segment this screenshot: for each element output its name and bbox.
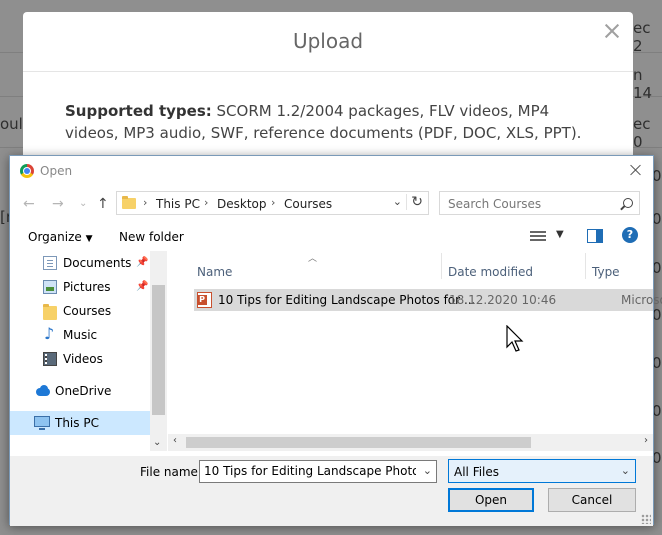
bg-text: oul <box>0 115 23 133</box>
file-name-input[interactable] <box>204 464 416 478</box>
pin-icon[interactable]: 📌 <box>136 281 148 292</box>
file-row[interactable]: 10 Tips for Editing Landscape Photos for… <box>194 289 662 311</box>
file-name-label: File name: <box>140 465 202 479</box>
pictures-icon <box>43 280 57 294</box>
chevron-right-icon[interactable]: › <box>271 196 275 209</box>
close-icon[interactable] <box>603 22 621 40</box>
breadcrumb-desktop[interactable]: Desktop <box>217 197 267 211</box>
file-type-filter-value: All Files <box>454 465 500 479</box>
modal-title: Upload <box>292 29 364 53</box>
recent-locations-icon[interactable]: ⌄ <box>79 198 87 209</box>
pin-icon[interactable]: 📌 <box>136 257 148 268</box>
powerpoint-file-icon <box>197 292 212 308</box>
nav-item-documents[interactable]: Documents 📌 <box>10 251 150 275</box>
music-icon <box>43 324 57 343</box>
this-pc-icon <box>34 416 50 430</box>
column-header-date-modified[interactable]: Date modified <box>448 265 533 287</box>
horizontal-scrollbar[interactable]: ‹ › <box>168 434 653 451</box>
nav-item-music[interactable]: Music <box>10 323 150 347</box>
column-header-name[interactable]: Name <box>197 265 232 287</box>
nav-item-pictures[interactable]: Pictures 📌 <box>10 275 150 299</box>
documents-icon <box>43 256 57 270</box>
organize-menu[interactable]: Organize ▼ <box>28 230 93 244</box>
column-header-type[interactable]: Type <box>592 265 620 287</box>
caret-down-icon: ▼ <box>85 234 93 244</box>
nav-item-label: This PC <box>55 416 99 430</box>
forward-arrow-icon[interactable]: → <box>52 196 64 212</box>
file-type: Microsoft P <box>621 293 662 307</box>
nav-item-label: Courses <box>63 304 112 318</box>
folder-icon <box>43 304 57 320</box>
preview-pane-icon[interactable] <box>587 229 603 243</box>
sort-ascending-icon: ︿ <box>308 254 318 264</box>
chevron-down-icon[interactable]: ⌄ <box>621 464 630 477</box>
chevron-down-icon[interactable]: ⌄ <box>153 437 161 448</box>
resize-grip-icon[interactable] <box>641 514 651 524</box>
scrollbar-thumb[interactable] <box>152 285 165 415</box>
open-file-dialog: Open ← → ⌄ ↑ › This PC › Desktop › Cours… <box>9 155 662 526</box>
file-name: 10 Tips for Editing Landscape Photos for… <box>218 293 476 307</box>
view-options-icon[interactable] <box>530 229 546 243</box>
nav-item-label: Documents <box>63 256 132 270</box>
videos-icon <box>43 352 57 366</box>
nav-item-videos[interactable]: Videos <box>10 347 150 371</box>
nav-item-courses[interactable]: Courses <box>10 299 150 323</box>
nav-item-this-pc[interactable]: This PC <box>10 411 150 435</box>
chevron-down-icon[interactable]: ⌄ <box>393 195 402 208</box>
open-button[interactable]: Open <box>448 488 534 512</box>
close-icon[interactable] <box>629 163 643 177</box>
new-folder-button[interactable]: New folder <box>119 230 184 244</box>
breadcrumb-this-pc[interactable]: This PC <box>156 197 200 211</box>
search-placeholder: Search Courses <box>448 197 542 211</box>
nav-item-label: Pictures <box>63 280 111 294</box>
file-type-filter[interactable]: All Files ⌄ <box>448 459 636 483</box>
nav-item-label: Music <box>63 328 98 342</box>
scrollbar-thumb[interactable] <box>186 437 531 448</box>
nav-pane-scrollbar[interactable]: ⌄ <box>150 251 167 451</box>
help-icon[interactable]: ? <box>622 227 638 243</box>
navigation-row: ← → ⌄ ↑ › This PC › Desktop › Courses ⌄ … <box>10 189 653 219</box>
modal-header: Upload <box>23 12 633 72</box>
nav-item-label: OneDrive <box>55 384 112 398</box>
search-box[interactable]: Search Courses <box>439 191 640 215</box>
mouse-cursor-icon <box>506 325 524 352</box>
breadcrumb-courses[interactable]: Courses <box>284 197 332 211</box>
caret-down-icon[interactable]: ▼ <box>556 229 564 240</box>
up-arrow-icon[interactable]: ↑ <box>97 196 109 212</box>
back-arrow-icon[interactable]: ← <box>23 196 35 212</box>
onedrive-icon <box>34 384 52 398</box>
navigation-pane: Documents 📌 Pictures 📌 Courses Music Vid… <box>10 251 168 451</box>
nav-item-label: Videos <box>63 352 103 366</box>
organize-label: Organize <box>28 230 82 244</box>
file-name-combobox[interactable]: ⌄ <box>199 460 437 483</box>
supported-types-text: Supported types: SCORM 1.2/2004 packages… <box>65 100 595 144</box>
bg-text: ec 0 <box>633 115 651 151</box>
refresh-icon[interactable]: ↻ <box>406 194 423 210</box>
column-divider[interactable] <box>585 253 586 279</box>
chevron-right-icon[interactable]: › <box>143 196 147 209</box>
chevron-right-icon[interactable]: › <box>644 435 648 446</box>
bg-text: ec 2 <box>633 19 651 55</box>
chrome-icon <box>20 164 34 178</box>
column-divider[interactable] <box>441 253 442 279</box>
dialog-toolbar: Organize ▼ New folder ▼ ? <box>10 223 653 251</box>
dialog-title: Open <box>40 164 73 178</box>
bg-text: n 14 <box>633 66 653 102</box>
address-bar[interactable]: › This PC › Desktop › Courses ⌄ ↻ <box>116 191 429 215</box>
chevron-left-icon[interactable]: ‹ <box>173 435 177 446</box>
file-list: ︿ Name Date modified Type 10 Tips for Ed… <box>186 251 662 451</box>
file-date-modified: 18.12.2020 10:46 <box>449 293 557 307</box>
chevron-right-icon[interactable]: › <box>204 196 208 209</box>
dialog-footer: File name: ⌄ All Files ⌄ Open Cancel <box>10 456 653 526</box>
folder-icon <box>122 196 136 209</box>
search-icon[interactable] <box>623 198 633 208</box>
supported-types-label: Supported types: <box>65 102 212 120</box>
dialog-titlebar[interactable]: Open <box>10 156 653 186</box>
nav-item-onedrive[interactable]: OneDrive <box>10 379 150 403</box>
cancel-button[interactable]: Cancel <box>548 488 636 512</box>
chevron-down-icon[interactable]: ⌄ <box>423 464 432 477</box>
